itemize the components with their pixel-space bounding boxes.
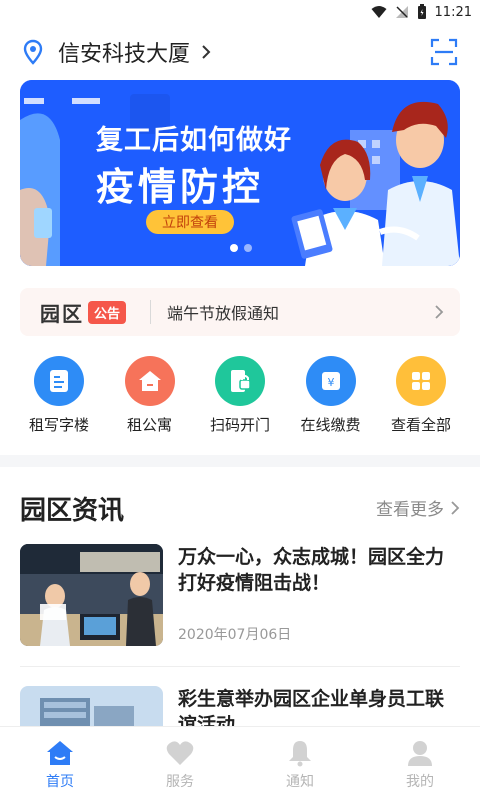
- tab-label: 通知: [286, 774, 314, 790]
- section-separator: [0, 455, 480, 467]
- divider: [20, 666, 460, 667]
- news-item[interactable]: 彩生意举办园区企业单身员工联谊活动: [20, 686, 460, 726]
- tab-notifications[interactable]: 通知: [240, 727, 360, 800]
- office-building-icon[interactable]: [34, 356, 84, 406]
- user-tab-icon[interactable]: [405, 739, 435, 767]
- home-icon[interactable]: [124, 356, 175, 406]
- door-lock-icon[interactable]: [215, 356, 265, 406]
- tab-home[interactable]: 首页: [0, 727, 120, 800]
- bottom-tab-bar: 首页 服务 通知 我的: [0, 726, 480, 800]
- news-date: 2020年07月06日: [178, 627, 292, 643]
- status-bar: 11:21: [0, 0, 480, 24]
- svg-text:¥: ¥: [327, 376, 334, 389]
- shortcut-rent-apartment[interactable]: 租公寓: [105, 356, 195, 435]
- announcement-bar[interactable]: 园区 公告 端午节放假通知: [20, 288, 460, 336]
- location-name[interactable]: 信安科技大厦: [58, 36, 190, 68]
- tab-services[interactable]: 服务: [120, 727, 240, 800]
- shortcut-label: 查看全部: [390, 416, 451, 434]
- news-section-title: 园区资讯: [20, 496, 125, 526]
- payment-icon[interactable]: ¥: [305, 356, 356, 406]
- park-logo: 园区: [40, 301, 84, 326]
- news-thumbnail[interactable]: [20, 686, 163, 726]
- shortcut-label: 在线缴费: [300, 416, 361, 434]
- pagination-dot: [244, 244, 252, 252]
- news-item[interactable]: 万众一心，众志成城！园区全力打好疫情阻击战！ 2020年07月06日: [20, 544, 460, 646]
- grid-icon[interactable]: [396, 356, 446, 406]
- wifi-icon: [371, 6, 387, 18]
- shortcut-grid: 租写字楼 租公寓 扫码开门 ¥ 在线缴费 查看全部: [14, 356, 466, 435]
- banner-title: 疫情防控: [96, 165, 265, 209]
- divider: [150, 300, 152, 324]
- news-thumbnail[interactable]: [20, 544, 163, 646]
- heart-tab-icon[interactable]: [165, 739, 195, 767]
- banner-view-button[interactable]: 立即查看: [146, 210, 234, 234]
- shortcut-label: 租公寓: [126, 416, 172, 434]
- promo-banner[interactable]: 复工后如何做好 疫情防控 立即查看: [20, 80, 460, 266]
- battery-icon: [417, 4, 426, 19]
- shortcut-online-payment[interactable]: ¥ 在线缴费: [286, 356, 376, 435]
- shortcut-view-all[interactable]: 查看全部: [376, 356, 466, 435]
- announcement-tag: 公告: [88, 300, 127, 324]
- location-pin-icon[interactable]: [20, 39, 46, 65]
- top-bar: 信安科技大厦: [20, 30, 460, 74]
- news-title[interactable]: 万众一心，众志成城！园区全力打好疫情阻击战！: [178, 544, 458, 596]
- news-title[interactable]: 彩生意举办园区企业单身员工联谊活动: [178, 686, 458, 726]
- no-signal-icon: [395, 6, 408, 18]
- chevron-right-icon[interactable]: [450, 500, 460, 516]
- tab-label: 服务: [166, 774, 194, 790]
- scan-icon[interactable]: [430, 38, 458, 66]
- shortcut-label: 扫码开门: [209, 416, 270, 434]
- chevron-right-icon[interactable]: [434, 304, 444, 320]
- bell-tab-icon[interactable]: [285, 739, 315, 767]
- view-more-label[interactable]: 查看更多: [376, 495, 444, 520]
- shortcut-scan-door[interactable]: 扫码开门: [195, 356, 285, 435]
- shortcut-rent-office[interactable]: 租写字楼: [14, 356, 104, 435]
- pagination-dot-active: [230, 244, 238, 252]
- announcement-text[interactable]: 端午节放假通知: [167, 300, 279, 324]
- banner-heading: 复工后如何做好: [96, 125, 292, 156]
- shortcut-label: 租写字楼: [28, 416, 89, 434]
- tab-label: 我的: [406, 774, 434, 790]
- chevron-right-icon[interactable]: [200, 44, 212, 60]
- banner-pagination: [230, 244, 252, 252]
- view-more-link[interactable]: 查看更多: [376, 495, 460, 520]
- tab-label: 首页: [46, 774, 74, 790]
- status-time: 11:21: [434, 4, 472, 20]
- home-tab-icon[interactable]: [45, 739, 75, 767]
- tab-profile[interactable]: 我的: [360, 727, 480, 800]
